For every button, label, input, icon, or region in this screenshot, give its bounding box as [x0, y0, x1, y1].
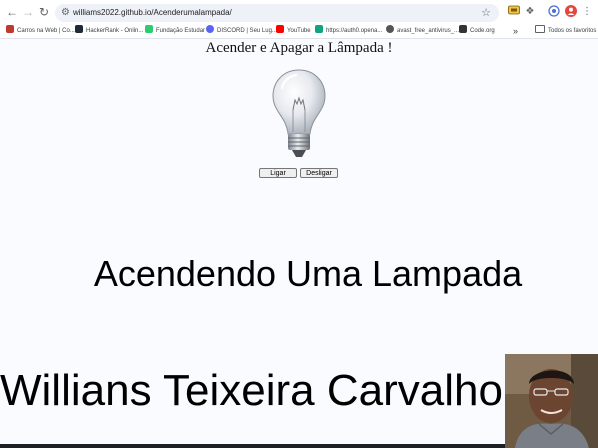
turn-on-button[interactable]: Ligar [259, 168, 297, 178]
bookmark-item[interactable]: Code.org [459, 25, 495, 36]
site-info-icon[interactable]: ⚙ [61, 7, 73, 19]
bookmarks-bar: Carros na Web | Co... HackerRank - Onlin… [0, 24, 598, 39]
page-title: Acender e Apagar a Lâmpada ! [205, 40, 393, 56]
bookmark-label: DISCORD | Seu Lug... [217, 28, 277, 34]
bookmark-favicon [315, 25, 323, 34]
extension-icon[interactable] [507, 5, 521, 19]
bookmark-label: https://auth0.opena... [326, 28, 383, 34]
extensions-puzzle-icon[interactable]: ❖ [523, 5, 537, 19]
profile-avatar[interactable] [564, 5, 578, 19]
back-icon[interactable]: ← [4, 4, 20, 20]
bookmark-star-icon[interactable]: ☆ [481, 6, 491, 20]
browser-toolbar: ← → ↻ ⚙ williams2022.github.io/Acenderum… [0, 0, 598, 24]
bookmark-favicon [145, 25, 153, 34]
more-bookmarks-button[interactable]: » [513, 26, 518, 36]
bookmark-item[interactable]: https://auth0.opena... [315, 25, 383, 36]
bookmark-label: YouTube [287, 28, 311, 34]
sync-icon[interactable] [547, 5, 561, 19]
reload-icon[interactable]: ↻ [36, 4, 52, 20]
bookmark-item[interactable]: HackerRank - Onlin... [75, 25, 144, 36]
bookmark-favicon [6, 25, 14, 34]
bookmark-item[interactable]: Fundação Estudar [145, 25, 206, 36]
address-bar[interactable]: ⚙ williams2022.github.io/Acenderumalampa… [55, 4, 499, 22]
url-text[interactable]: williams2022.github.io/Acenderumalampada… [73, 4, 232, 22]
menu-kebab-icon[interactable]: ⋮ [580, 5, 594, 19]
all-bookmarks-button[interactable]: Todos os favoritos [535, 25, 597, 36]
folder-icon [535, 25, 545, 34]
turn-off-button[interactable]: Desligar [300, 168, 338, 178]
all-bookmarks-label: Todos os favoritos [548, 28, 597, 34]
light-bulb-icon [272, 69, 326, 157]
bookmark-label: HackerRank - Onlin... [86, 28, 144, 34]
forward-icon[interactable]: → [20, 4, 36, 20]
bookmark-favicon [75, 25, 83, 34]
bookmark-item[interactable]: Carros na Web | Co... [6, 25, 75, 36]
bookmark-label: avast_free_antivirus_... [397, 28, 460, 34]
bookmark-favicon [459, 25, 467, 34]
bookmark-item[interactable]: DISCORD | Seu Lug... [206, 25, 277, 36]
taskbar-strip [0, 444, 505, 448]
bookmark-label: Code.org [470, 28, 495, 34]
bookmark-item[interactable]: YouTube [276, 25, 311, 36]
author-name: Willians Teixeira Carvalho [0, 366, 503, 415]
bookmark-item[interactable]: avast_free_antivirus_... [386, 25, 460, 36]
webcam-photo [505, 354, 598, 448]
bookmark-favicon [206, 25, 214, 34]
bookmark-label: Carros na Web | Co... [17, 28, 75, 34]
youtube-icon [276, 25, 284, 34]
globe-icon [386, 25, 394, 34]
main-heading: Acendendo Uma Lampada [93, 253, 523, 294]
bookmark-label: Fundação Estudar [156, 28, 206, 34]
